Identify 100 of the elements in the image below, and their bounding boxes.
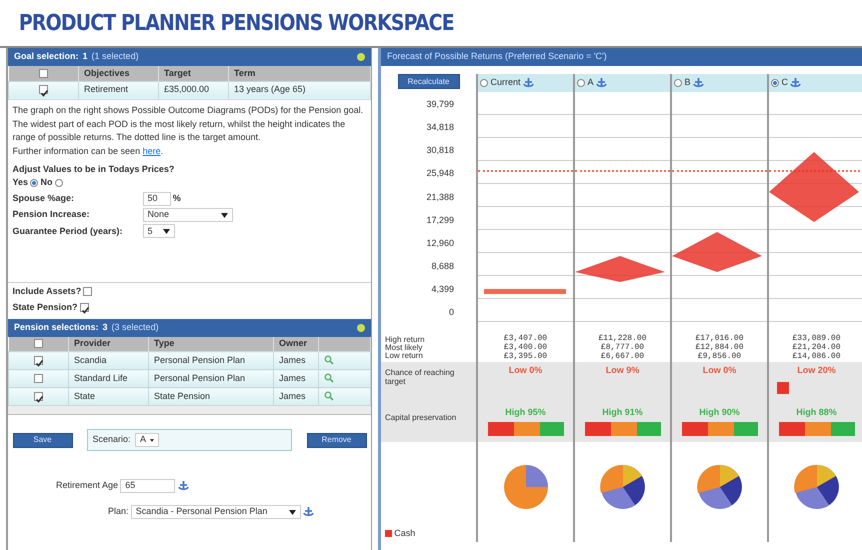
spouse-field[interactable]: 50 xyxy=(142,192,170,206)
row-label: Most likely xyxy=(385,344,424,352)
column-label: Current xyxy=(490,76,521,90)
selection-note: (3 selected) xyxy=(112,320,159,334)
radio-button[interactable] xyxy=(480,79,488,87)
return-value: £33,089.00 xyxy=(791,334,842,343)
row-label: High return xyxy=(385,336,426,344)
return-value: £17,016.00 xyxy=(694,334,744,343)
option-label: Include Assets? xyxy=(12,284,82,298)
anchor-icon[interactable] xyxy=(790,77,802,89)
return-value: £6,667.00 xyxy=(600,352,646,361)
search-icon[interactable] xyxy=(324,391,334,402)
anchor-icon[interactable] xyxy=(692,77,704,89)
legend-label: Cash xyxy=(394,526,416,540)
anchor-icon[interactable] xyxy=(303,506,314,518)
panel-title: Forecast of Possible Returns (Preferred Scenario = 'C') xyxy=(387,50,607,64)
select-all-checkbox[interactable] xyxy=(38,68,48,78)
radio-button[interactable] xyxy=(771,79,780,87)
search-icon[interactable] xyxy=(324,355,334,366)
info-link[interactable]: here xyxy=(142,146,161,156)
return-value: £3,407.00 xyxy=(502,334,548,343)
radio-button[interactable] xyxy=(674,79,682,87)
panel-title: Goal selection: xyxy=(14,50,79,64)
table-cell: Personal Pension Plan xyxy=(148,370,274,388)
anchor-icon[interactable] xyxy=(596,77,607,89)
field-label: Pension Increase: xyxy=(12,208,91,222)
caret-icon xyxy=(162,228,170,234)
field-label: Scenario: xyxy=(92,433,131,446)
save-button[interactable]: Save xyxy=(12,432,72,448)
guarantee-dropdown[interactable]: 5 xyxy=(142,224,174,238)
caret-icon xyxy=(150,438,154,442)
row-label: Low return xyxy=(385,352,424,360)
table-cell: State Pension xyxy=(148,388,274,406)
increase-dropdown[interactable]: None xyxy=(142,208,232,222)
page-title: PRODUCT PLANNER PENSIONS WORKSPACE xyxy=(18,10,455,38)
unit-label: % xyxy=(172,192,181,205)
axis-label: 39,799 xyxy=(425,98,454,111)
return-value: £11,228.00 xyxy=(597,334,648,343)
radio-button[interactable] xyxy=(577,79,586,87)
row-label: Chance of reaching target xyxy=(385,368,456,386)
column-label: A xyxy=(588,76,594,90)
return-value: £3,400.00 xyxy=(502,343,548,352)
radio-label: Yes xyxy=(12,176,28,189)
table-cell: James xyxy=(274,388,318,406)
status-icon xyxy=(357,53,365,61)
table-cell: Personal Pension Plan xyxy=(148,352,274,370)
table-cell: Standard Life xyxy=(68,370,148,388)
checkbox[interactable] xyxy=(80,302,89,312)
radio-button[interactable] xyxy=(54,178,63,187)
caret-icon xyxy=(288,510,296,514)
chance-value: Low 20% xyxy=(796,364,837,377)
table-cell: 13 years (Age 65) xyxy=(228,81,370,99)
select-all-checkbox[interactable] xyxy=(34,339,43,348)
row-label: Capital preservation xyxy=(385,412,458,424)
checkbox[interactable] xyxy=(34,374,43,383)
table-cell: James xyxy=(274,370,318,388)
axis-label: 21,388 xyxy=(425,190,454,204)
anchor-icon[interactable] xyxy=(178,480,189,492)
pie-chart xyxy=(502,464,548,510)
pie-chart xyxy=(600,464,646,510)
capital-value: High 88% xyxy=(795,406,838,419)
checkbox[interactable] xyxy=(34,392,43,401)
warning-marker xyxy=(777,382,789,394)
field-label: Adjust Values to be in Todays Prices? xyxy=(12,162,176,176)
field-label: Guarantee Period (years): xyxy=(12,224,124,238)
chance-value: Low 0% xyxy=(702,364,738,377)
field-label: Plan: xyxy=(108,505,129,518)
anchor-icon[interactable] xyxy=(522,77,534,89)
scenario-dropdown[interactable]: A xyxy=(135,433,160,447)
capital-value: High 90% xyxy=(698,406,741,419)
table-cell: £35,000.00 xyxy=(158,81,228,99)
pie-chart xyxy=(794,464,840,510)
return-value: £21,204.00 xyxy=(791,343,842,352)
column-header: Target xyxy=(158,66,228,81)
horizontal-scrollbar[interactable] xyxy=(8,406,371,415)
axis-label: 25,948 xyxy=(425,167,454,180)
radio-button[interactable] xyxy=(30,178,38,187)
selection-count: 1 xyxy=(82,50,88,64)
recalculate-button[interactable]: Recalculate xyxy=(398,74,460,89)
chance-value: Low 9% xyxy=(604,364,640,377)
checkbox[interactable] xyxy=(83,287,92,296)
pie-chart xyxy=(696,464,742,510)
checkbox[interactable] xyxy=(34,356,43,365)
chance-value: Low 0% xyxy=(508,364,544,377)
axis-label: 34,818 xyxy=(425,121,454,134)
selection-note: (1 selected) xyxy=(92,50,139,64)
table-cell: James xyxy=(274,352,318,370)
plan-dropdown[interactable]: Scandia - Personal Pension Plan xyxy=(130,505,301,519)
capital-value: High 91% xyxy=(601,406,644,419)
remove-button[interactable]: Remove xyxy=(306,432,366,448)
retirement-age-field[interactable]: 65 xyxy=(120,479,176,493)
field-label: Spouse %age: xyxy=(12,192,76,205)
info-text: Further information can be seen here. xyxy=(12,144,164,158)
description-text: The graph on the right shows Possible Outcome Diagrams (PODs) for the Pension goal. The widest part of each POD is the most likely return, whilst the height indicates the range of possible returns. The dotted line is the target amount. xyxy=(12,104,364,144)
checkbox[interactable] xyxy=(39,85,48,94)
return-value: £14,086.00 xyxy=(791,352,842,361)
search-icon[interactable] xyxy=(324,373,334,384)
option-label: State Pension? xyxy=(12,300,78,314)
caret-icon xyxy=(220,212,228,218)
column-label: B xyxy=(684,76,691,90)
